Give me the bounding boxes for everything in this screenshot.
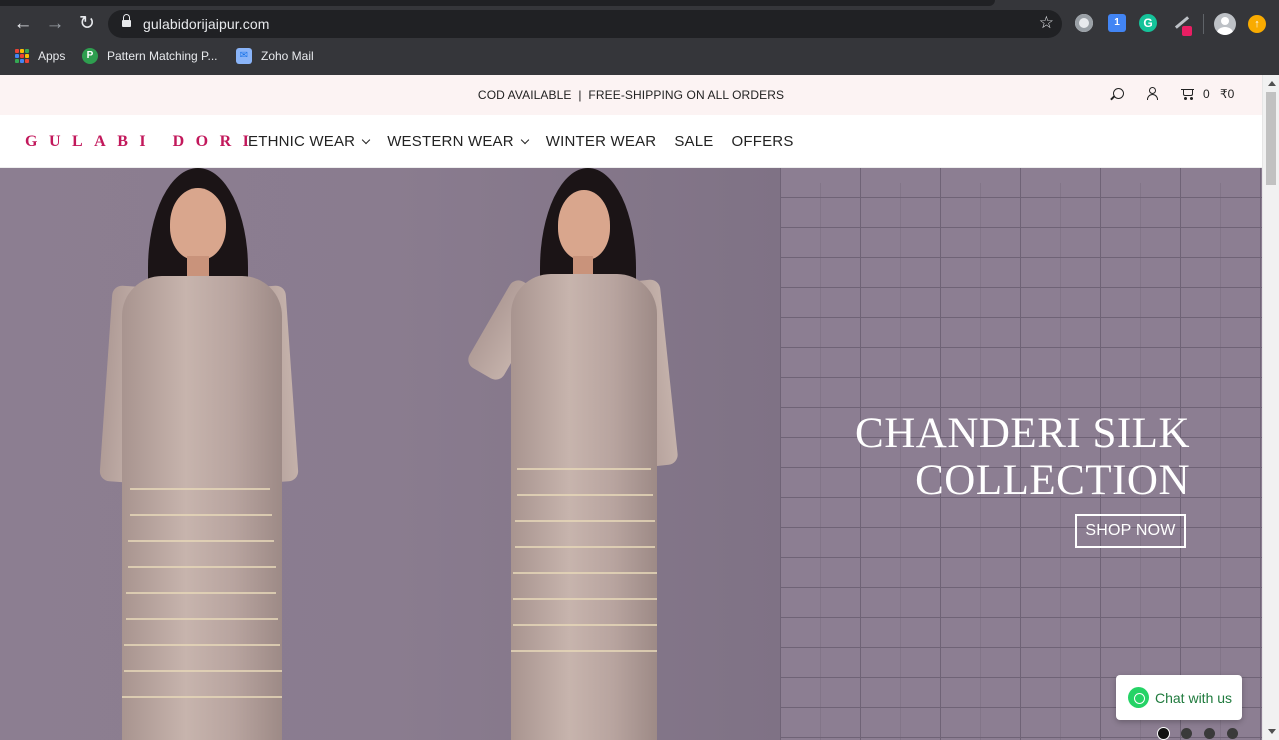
nav-label: OFFERS <box>731 133 794 150</box>
slider-dot-4[interactable] <box>1227 728 1238 739</box>
forward-icon[interactable]: → <box>44 13 66 35</box>
nav-label: SALE <box>674 133 714 150</box>
scroll-thumb[interactable] <box>1266 92 1276 185</box>
nav-winter-wear[interactable]: WINTER WEAR <box>546 133 657 150</box>
bookmark-label: Apps <box>38 49 66 63</box>
search-icon[interactable] <box>1113 88 1124 99</box>
site-logo[interactable]: GULABI DORI <box>25 133 260 151</box>
bookmarks-bar: Apps P Pattern Matching P... ✉ Zoho Mail <box>0 42 1279 70</box>
bookmark-label: Pattern Matching P... <box>107 49 218 63</box>
whatsapp-chat-button[interactable]: Chat with us <box>1116 675 1242 720</box>
nav-label: ETHNIC WEAR <box>248 133 356 150</box>
announcement-bar: COD AVAILABLE | FREE-SHIPPING ON ALL ORD… <box>0 75 1262 115</box>
main-nav: ETHNIC WEAR WESTERN WEAR WINTER WEAR SAL… <box>248 133 812 150</box>
grammarly-icon[interactable]: G <box>1139 14 1157 32</box>
nav-offers[interactable]: OFFERS <box>731 133 793 150</box>
p-favicon-icon: P <box>82 48 98 64</box>
whatsapp-icon <box>1128 687 1149 708</box>
apps-grid-icon <box>15 49 29 63</box>
nav-label: WESTERN WEAR <box>387 133 514 150</box>
slider-dot-3[interactable] <box>1204 728 1215 739</box>
account-icon[interactable] <box>1146 87 1158 101</box>
scroll-down-arrow-icon[interactable] <box>1268 729 1276 734</box>
browser-chrome: ← → ↻ gulabidorijaipur.com ☆ 1 G ↑ Apps … <box>0 0 1279 75</box>
nav-ethnic-wear[interactable]: ETHNIC WEAR <box>248 133 371 150</box>
page-scrollbar[interactable] <box>1262 75 1279 740</box>
bookmark-label: Zoho Mail <box>261 49 314 63</box>
extension-pen-icon[interactable] <box>1172 14 1192 36</box>
cart-icon[interactable] <box>1181 88 1195 100</box>
nav-label: WINTER WEAR <box>545 133 657 150</box>
back-icon[interactable]: ← <box>12 13 34 35</box>
reload-icon[interactable]: ↻ <box>76 13 98 35</box>
nav-western-wear[interactable]: WESTERN WEAR <box>387 133 530 150</box>
extension-calendar-icon[interactable]: 1 <box>1108 14 1126 32</box>
nav-sale[interactable]: SALE <box>674 133 713 150</box>
url-text[interactable]: gulabidorijaipur.com <box>143 16 270 32</box>
shop-now-button[interactable]: SHOP NOW <box>1075 514 1186 548</box>
address-bar[interactable]: gulabidorijaipur.com ☆ <box>108 10 1062 38</box>
bookmark-star-icon[interactable]: ☆ <box>1039 13 1054 33</box>
site-header: GULABI DORI ETHNIC WEAR WESTERN WEAR WIN… <box>0 115 1262 168</box>
slider-dot-2[interactable] <box>1181 728 1192 739</box>
announcement-text: COD AVAILABLE | FREE-SHIPPING ON ALL ORD… <box>477 88 785 102</box>
zoho-mail-icon: ✉ <box>236 48 252 64</box>
slider-dot-1[interactable] <box>1158 728 1169 739</box>
web-page: COD AVAILABLE | FREE-SHIPPING ON ALL ORD… <box>0 75 1279 740</box>
cart-count[interactable]: 0 <box>1203 87 1210 101</box>
hero-title: CHANDERI SILK COLLECTION <box>855 410 1190 504</box>
update-icon[interactable]: ↑ <box>1248 15 1266 33</box>
chat-label: Chat with us <box>1155 689 1233 706</box>
bookmark-pattern-matching[interactable]: P Pattern Matching P... <box>82 42 218 70</box>
extension-record-icon[interactable] <box>1075 14 1093 32</box>
hero-banner[interactable]: CHANDERI SILK COLLECTION SHOP NOW <box>0 168 1262 740</box>
model-left-image <box>99 168 310 740</box>
slider-dots <box>1158 728 1250 739</box>
cart-total[interactable]: ₹0 <box>1220 87 1234 101</box>
chevron-down-icon <box>361 135 371 145</box>
hero-title-line-2: COLLECTION <box>915 457 1190 504</box>
bookmark-apps[interactable]: Apps <box>15 42 65 70</box>
lock-icon[interactable] <box>122 14 131 29</box>
scroll-up-arrow-icon[interactable] <box>1268 81 1276 86</box>
bookmark-zoho-mail[interactable]: ✉ Zoho Mail <box>236 42 314 70</box>
profile-avatar[interactable] <box>1214 13 1236 35</box>
chevron-down-icon <box>520 135 530 145</box>
toolbar-divider <box>1203 14 1204 34</box>
tab-strip <box>0 0 995 6</box>
hero-title-line-1: CHANDERI SILK <box>855 410 1190 457</box>
model-right-image <box>464 168 685 740</box>
